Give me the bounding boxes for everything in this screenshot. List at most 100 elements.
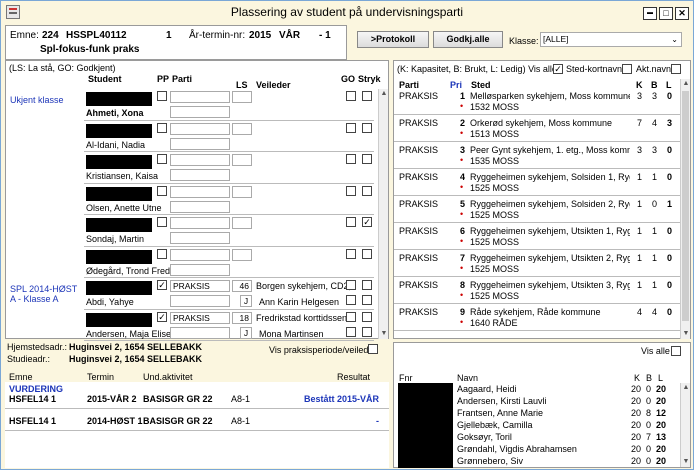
sted-name[interactable]: Ryggeheimen sykehjem, Utsikten 2, Rygge …	[470, 253, 630, 263]
stryk-checkbox[interactable]	[362, 311, 372, 322]
ls-field[interactable]	[232, 154, 252, 166]
sted-name[interactable]: Ryggeheimen sykehjem, Solsiden 1, Rygge …	[470, 172, 630, 182]
ls-field[interactable]	[232, 217, 252, 229]
parti-type[interactable]: PRAKSIS	[399, 118, 438, 128]
sted-name[interactable]: Ryggeheimen sykehjem, Utsikten 1, Rygge …	[470, 226, 630, 236]
parti-scrollbar[interactable]: ▲ ▼	[680, 79, 690, 339]
pp-checkbox[interactable]	[157, 154, 167, 164]
sted-name[interactable]: Orkerød sykehjem, Moss kommune	[470, 118, 612, 128]
parti-field[interactable]	[170, 122, 230, 135]
parti-field-2[interactable]	[170, 295, 230, 307]
go-checkbox[interactable]	[346, 311, 356, 322]
parti-field[interactable]: PRAKSIS	[170, 280, 230, 292]
j-button[interactable]: J	[240, 326, 252, 339]
parti-type[interactable]: PRAKSIS	[399, 199, 438, 209]
student-name[interactable]: Ahmeti, Xona	[86, 108, 144, 118]
sted-kortnavn-checkbox[interactable]	[622, 64, 632, 74]
fnr-name[interactable]: Andersen, Kirsti Lauvli	[457, 396, 547, 406]
fnr-name[interactable]: Grøndahl, Vigdis Abrahamsen	[457, 444, 577, 454]
parti-field-2[interactable]	[170, 106, 230, 118]
parti-field[interactable]: PRAKSIS	[170, 311, 230, 324]
fnr-name[interactable]: Goksøyr, Toril	[457, 432, 512, 442]
ls-field[interactable]: 46	[232, 280, 252, 292]
stryk-checkbox[interactable]	[362, 91, 372, 101]
sted-name[interactable]: Ryggeheimen sykehjem, Solsiden 2, Rygge …	[470, 199, 630, 209]
minimize-button[interactable]: ▬	[643, 7, 657, 20]
stryk-checkbox-2[interactable]	[362, 295, 372, 305]
scroll-thumb[interactable]	[682, 91, 689, 321]
parti-field-2[interactable]	[170, 232, 230, 244]
parti-type[interactable]: PRAKSIS	[399, 172, 438, 182]
pp-checkbox[interactable]	[157, 91, 167, 101]
parti-type[interactable]: PRAKSIS	[399, 280, 438, 290]
klasse-select[interactable]: [ALLE] ⌄	[540, 32, 682, 47]
fnr-scrollbar[interactable]: ▲ ▼	[680, 383, 690, 467]
scroll-up-icon[interactable]: ▲	[681, 383, 691, 393]
ls-field[interactable]	[232, 122, 252, 135]
fnr-name[interactable]: Grønnebero, Siv	[457, 456, 523, 466]
pp-checkbox[interactable]	[157, 185, 167, 196]
scroll-down-icon[interactable]: ▼	[681, 329, 691, 339]
go-checkbox[interactable]	[346, 154, 356, 164]
protokoll-button[interactable]: >Protokoll	[357, 31, 429, 48]
pp-checkbox[interactable]: ✓	[157, 311, 167, 322]
student-name[interactable]: Sondaj, Martin	[86, 234, 144, 244]
student-name[interactable]: Andersen, Maja Elise	[86, 329, 170, 339]
sted-name[interactable]: Melløsparken sykehjem, Moss kommune	[470, 91, 630, 101]
stryk-checkbox[interactable]	[362, 280, 372, 290]
stryk-checkbox-2[interactable]	[362, 326, 372, 337]
student-name[interactable]: Abdi, Yahye	[86, 297, 134, 307]
parti-type[interactable]: PRAKSIS	[399, 253, 438, 263]
student-scrollbar[interactable]: ▲ ▼	[378, 89, 388, 339]
pp-checkbox[interactable]: ✓	[157, 280, 167, 290]
student-name[interactable]: Ødegård, Trond Fredrik	[86, 266, 170, 276]
vis-praksis-checkbox[interactable]	[368, 344, 378, 354]
go-checkbox[interactable]	[346, 280, 356, 290]
fnr-name[interactable]: Gjellebæk, Camilla	[457, 420, 533, 430]
sted-name[interactable]: Ryggeheimen sykehjem, Utsikten 3, Rygge …	[470, 280, 630, 290]
pp-checkbox[interactable]	[157, 248, 167, 259]
ls-field[interactable]	[232, 185, 252, 198]
go-checkbox[interactable]	[346, 248, 356, 259]
parti-type[interactable]: PRAKSIS	[399, 145, 438, 155]
parti-field[interactable]	[170, 91, 230, 103]
parti-field-2[interactable]	[170, 169, 230, 181]
close-button[interactable]: ✕	[675, 7, 689, 20]
parti-field-2[interactable]	[170, 137, 230, 150]
student-name[interactable]: Kristiansen, Kaisa	[86, 171, 158, 181]
stryk-checkbox[interactable]: ✓	[362, 217, 372, 227]
go-checkbox[interactable]	[346, 217, 356, 227]
parti-field-2[interactable]	[170, 263, 230, 276]
ls-field[interactable]	[232, 91, 252, 103]
ls-field[interactable]: 18	[232, 311, 252, 324]
stryk-checkbox[interactable]	[362, 122, 372, 133]
scroll-down-icon[interactable]: ▼	[379, 329, 389, 339]
scroll-up-icon[interactable]: ▲	[681, 79, 691, 89]
vis-alle-checkbox[interactable]: ✓	[553, 64, 563, 74]
parti-field[interactable]	[170, 185, 230, 198]
ls-field[interactable]	[232, 248, 252, 261]
akt-navn-checkbox[interactable]	[671, 64, 681, 74]
go-checkbox-2[interactable]	[346, 295, 356, 305]
parti-field[interactable]	[170, 154, 230, 166]
j-button[interactable]: J	[240, 295, 252, 307]
sted-name[interactable]: Peer Gynt sykehjem, 1. etg., Moss kommun…	[470, 145, 630, 155]
go-checkbox-2[interactable]	[346, 326, 356, 337]
stryk-checkbox[interactable]	[362, 185, 372, 196]
student-name[interactable]: Al-Idani, Nadia	[86, 140, 145, 150]
stryk-checkbox[interactable]	[362, 154, 372, 164]
pp-checkbox[interactable]	[157, 122, 167, 133]
fnr-name[interactable]: Frantsen, Anne Marie	[457, 408, 543, 418]
maximize-button[interactable]: □	[659, 7, 673, 20]
fnr-name[interactable]: Aagaard, Heidi	[457, 384, 517, 394]
scroll-down-icon[interactable]: ▼	[681, 457, 691, 467]
parti-type[interactable]: PRAKSIS	[399, 307, 438, 317]
go-checkbox[interactable]	[346, 185, 356, 196]
stryk-checkbox[interactable]	[362, 248, 372, 259]
parti-field-2[interactable]	[170, 200, 230, 213]
parti-type[interactable]: PRAKSIS	[399, 226, 438, 236]
parti-field-2[interactable]	[170, 326, 230, 339]
scroll-up-icon[interactable]: ▲	[379, 89, 389, 99]
vis-alle-fnr-checkbox[interactable]	[671, 346, 681, 356]
parti-type[interactable]: PRAKSIS	[399, 91, 438, 101]
